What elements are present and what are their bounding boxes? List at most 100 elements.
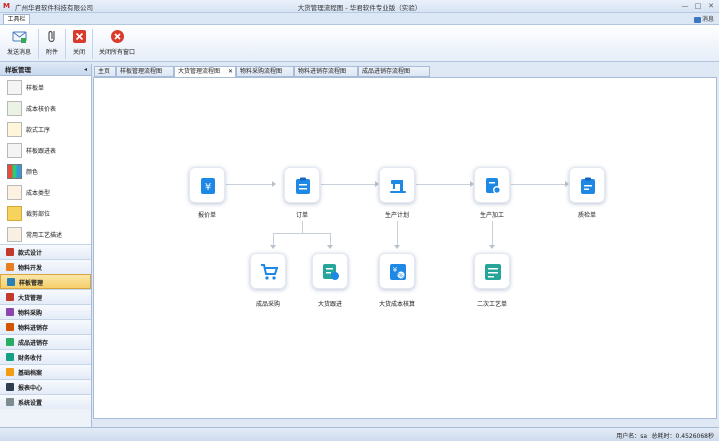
cost-calc-icon: ¥%	[390, 264, 406, 280]
message-button[interactable]: 消息	[693, 14, 714, 23]
tab-sample-flow[interactable]: 样板管理流程图	[116, 66, 174, 77]
flow-label: 大货跟进	[317, 301, 342, 308]
tab-material-inventory-flow[interactable]: 物料进销存流程图	[294, 66, 358, 77]
tab-product-inventory-flow[interactable]: 成品进销存流程图	[358, 66, 430, 77]
close-tab-icon[interactable]: ✕	[228, 67, 233, 76]
sidebar-item-sample-follow[interactable]: 样板跟进表	[0, 141, 91, 160]
group-label: 款式设计	[18, 250, 43, 257]
flow-node-process[interactable]	[474, 167, 510, 203]
process-doc-icon	[486, 178, 501, 194]
sidebar-item-label: 样板单	[26, 85, 45, 92]
sidebar-item-label: 款式工序	[26, 127, 51, 134]
sidebar-item-label: 样板跟进表	[26, 148, 57, 155]
connector	[273, 233, 331, 234]
status-bar: 用户名：sa 总耗时：0.4526068秒	[0, 427, 719, 441]
close-window-button[interactable]: ✕	[705, 1, 717, 11]
close-label: 关闭	[72, 49, 85, 56]
palette-icon	[7, 164, 22, 179]
send-message-button[interactable]: 发送消息	[4, 28, 34, 60]
attachment-label: 附件	[45, 49, 58, 56]
group-label: 财务收付	[18, 355, 43, 362]
sidebar-item-cut-part[interactable]: 裁剪部位	[0, 204, 91, 223]
group-material-purchase[interactable]: 物料采购	[0, 304, 91, 319]
document-tabs: 主页 样板管理流程图 大货管理流程图 ✕ 物料采购流程图 物料进销存流程图 成品…	[93, 66, 717, 78]
collapse-sidebar-icon[interactable]: ◂	[84, 64, 87, 76]
group-bulk-management[interactable]: 大货管理	[0, 289, 91, 304]
tab-label: 物料采购流程图	[240, 68, 283, 75]
sidebar-item-list: 样板单 成本核价表 款式工序 样板跟进表 颜色 成本类型 裁剪部位 常用工艺描述	[0, 76, 91, 244]
sidebar-item-craft-description[interactable]: 常用工艺描述	[0, 225, 91, 244]
tab-label: 成品进销存流程图	[362, 68, 411, 75]
group-report-center[interactable]: 报表中心	[0, 379, 91, 394]
flow-node-quote[interactable]: ¥	[189, 167, 225, 203]
design-icon	[6, 248, 14, 256]
group-style-design[interactable]: 款式设计	[0, 244, 91, 259]
tab-toolbar[interactable]: 工具栏	[3, 14, 30, 24]
group-material-inventory[interactable]: 物料进销存	[0, 319, 91, 334]
report-icon	[6, 383, 14, 391]
attachment-button[interactable]: 附件	[41, 28, 63, 60]
minimize-button[interactable]: —	[679, 1, 691, 11]
close-red-icon	[72, 29, 87, 44]
close-button[interactable]: 关闭	[68, 28, 90, 60]
flow-node-cost[interactable]: ¥%	[379, 253, 415, 289]
sidebar-header: 样板管理 ◂	[0, 64, 91, 76]
svg-text:%: %	[398, 272, 404, 279]
inventory-icon	[6, 323, 14, 331]
group-product-inventory[interactable]: 成品进销存	[0, 334, 91, 349]
window-title: 大货管理流程图 - 华君软件专业版（实验）	[297, 4, 422, 12]
group-base-archive[interactable]: 基础档案	[0, 364, 91, 379]
list-icon	[7, 185, 22, 200]
svg-text:¥: ¥	[393, 266, 398, 274]
ribbon-divider	[38, 29, 39, 59]
message-label: 消息	[701, 16, 714, 23]
clipboard-icon	[296, 177, 310, 194]
paperclip-icon	[45, 29, 60, 44]
sidebar-item-cost-sheet[interactable]: 成本核价表	[0, 99, 91, 118]
flow-node-secondary-craft[interactable]	[474, 253, 510, 289]
status-elapsed: 总耗时：0.4526068秒	[651, 433, 714, 440]
sidebar-item-sample-order[interactable]: 样板单	[0, 78, 91, 97]
maximize-button[interactable]: □	[692, 1, 704, 11]
material-icon	[6, 263, 14, 271]
group-finance[interactable]: 财务收付	[0, 349, 91, 364]
close-all-label: 关闭所有窗口	[98, 49, 135, 56]
flow-node-follow[interactable]	[312, 253, 348, 289]
sidebar-item-style-process[interactable]: 款式工序	[0, 120, 91, 139]
process-icon	[7, 122, 22, 137]
flow-label: 生产计划	[384, 212, 409, 219]
flow-node-plan[interactable]	[379, 167, 415, 203]
bulk-icon	[6, 293, 14, 301]
shopping-cart-icon	[261, 264, 278, 280]
flow-node-purchase[interactable]	[250, 253, 286, 289]
flow-label: 大货成本核算	[378, 301, 415, 308]
flow-node-qc[interactable]	[569, 167, 605, 203]
ribbon-divider	[92, 29, 93, 59]
tab-purchase-flow[interactable]: 物料采购流程图	[236, 66, 294, 77]
sidebar-item-color[interactable]: 颜色	[0, 162, 91, 181]
inspection-icon	[581, 177, 595, 194]
spreadsheet-icon	[7, 101, 22, 116]
sidebar-item-label: 裁剪部位	[26, 211, 51, 218]
close-all-windows-button[interactable]: 关闭所有窗口	[95, 28, 139, 60]
tab-home[interactable]: 主页	[94, 66, 116, 77]
flow-canvas: ¥ 报价单 订单 生产计划 生产加工 质检单 成品采购 大货跟进 ¥% 大货成本…	[93, 77, 717, 419]
flow-label: 质检单	[577, 212, 596, 219]
checklist-icon	[485, 264, 501, 280]
connector	[511, 184, 565, 185]
tab-label: 主页	[98, 68, 111, 75]
sidebar-item-cost-type[interactable]: 成本类型	[0, 183, 91, 202]
connector	[330, 233, 331, 245]
book-icon	[7, 227, 22, 242]
task-list-icon	[323, 264, 339, 280]
connector	[416, 184, 470, 185]
group-system-settings[interactable]: 系统设置	[0, 394, 91, 409]
message-icon	[693, 16, 701, 23]
flow-node-order[interactable]	[284, 167, 320, 203]
flow-label: 二次工艺单	[476, 301, 507, 308]
group-label: 成品进销存	[18, 340, 49, 347]
group-material-dev[interactable]: 物料开发	[0, 259, 91, 274]
group-sample-management[interactable]: 样板管理	[0, 274, 91, 289]
status-user: 用户名：sa	[616, 433, 647, 440]
send-message-label: 发送消息	[6, 49, 31, 56]
